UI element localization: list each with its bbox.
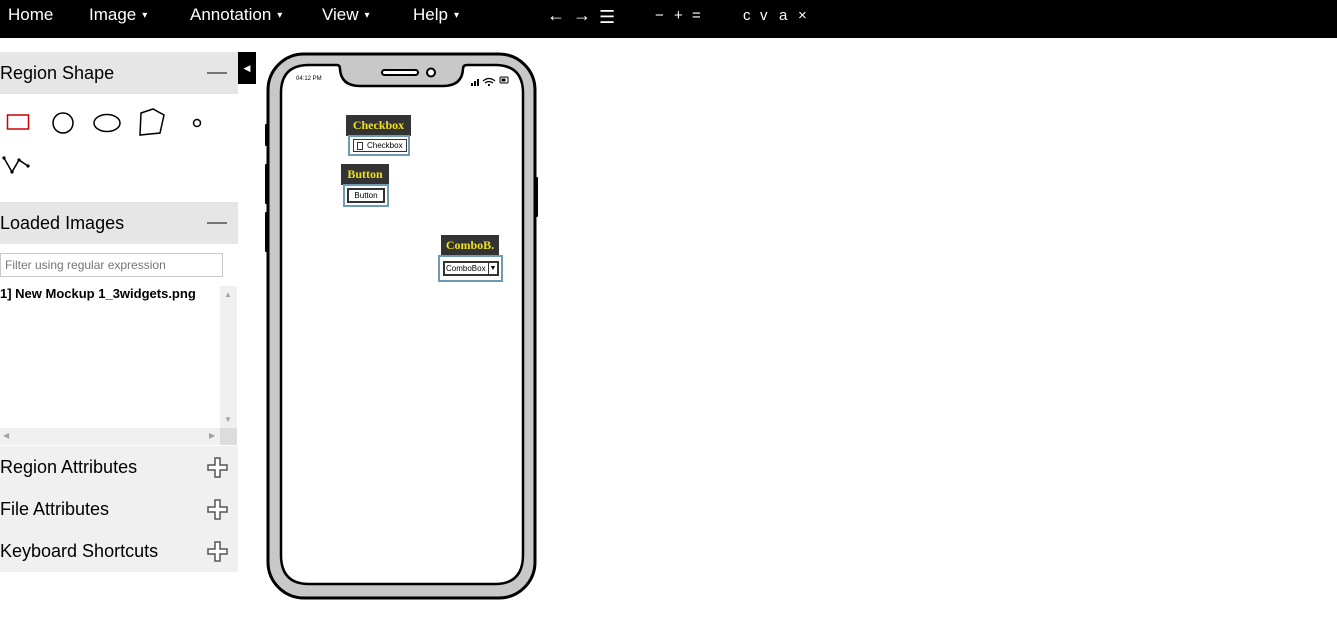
copy-region-button[interactable]: c — [743, 5, 751, 27]
scroll-down-icon[interactable]: ▼ — [224, 415, 232, 424]
scroll-up-icon[interactable]: ▲ — [224, 290, 232, 299]
menu-image[interactable]: Image ▾ — [89, 5, 147, 26]
top-menubar: Home Image ▾ Annotation ▾ View ▾ Help ▾ ← → … — [0, 0, 1337, 38]
prev-image-button[interactable]: ← — [547, 4, 565, 26]
collapse-minus-icon[interactable] — [207, 72, 227, 74]
region-shape-title: Region Shape — [0, 63, 115, 83]
expand-plus-icon[interactable] — [207, 499, 228, 520]
polyline-icon[interactable] — [2, 154, 32, 176]
zoom-reset-button[interactable]: = — [692, 5, 701, 27]
loaded-images-header[interactable]: Loaded Images — [0, 202, 238, 244]
chevron-down-icon: ▾ — [142, 10, 148, 21]
zoom-in-button[interactable]: + — [674, 5, 683, 27]
scroll-left-icon[interactable]: ◀ — [3, 431, 9, 440]
menu-view[interactable]: View ▾ — [322, 5, 370, 26]
checkbox-text: Checkbox — [367, 141, 403, 150]
polygon-icon[interactable] — [137, 107, 167, 139]
file-list-item[interactable]: 1] New Mockup 1_3widgets.png — [0, 286, 196, 301]
region-attributes-title: Region Attributes — [0, 457, 138, 477]
region-label[interactable]: ComboB. — [441, 235, 499, 256]
chevron-down-icon: ▾ — [453, 10, 459, 21]
expand-plus-icon[interactable] — [207, 541, 228, 562]
paste-region-button[interactable]: v — [760, 5, 768, 27]
zoom-out-button[interactable]: − — [655, 5, 664, 27]
vertical-scrollbar[interactable]: ▲ ▼ — [220, 286, 237, 428]
checkbox-widget: Checkbox — [353, 139, 407, 152]
combobox-text: ComboBox — [446, 264, 486, 273]
menu-home[interactable]: Home — [8, 5, 53, 25]
checkbox-region[interactable]: Checkbox — [348, 135, 410, 156]
collapse-minus-icon[interactable] — [207, 222, 227, 224]
status-bar-time: 04:12 PM — [296, 76, 322, 82]
keyboard-shortcuts-header[interactable]: Keyboard Shortcuts — [0, 530, 238, 572]
scrollbar-corner — [220, 428, 237, 445]
menu-annotation[interactable]: Annotation ▾ — [190, 5, 282, 26]
scroll-right-icon[interactable]: ▶ — [209, 431, 215, 440]
region-label[interactable]: Checkbox — [346, 115, 411, 136]
button-region[interactable]: Button — [343, 184, 389, 207]
expand-plus-icon[interactable] — [207, 457, 228, 478]
shape-selector — [0, 94, 238, 202]
menu-help[interactable]: Help ▾ — [413, 5, 459, 26]
left-sidebar: Region Shape Loaded Images 1] New Mockup — [0, 52, 238, 574]
region-attributes-header[interactable]: Region Attributes — [0, 446, 238, 488]
file-attributes-header[interactable]: File Attributes — [0, 488, 238, 530]
horizontal-scrollbar[interactable]: ◀ ▶ — [0, 428, 237, 445]
region-shape-header[interactable]: Region Shape — [0, 52, 238, 94]
image-file-list[interactable]: 1] New Mockup 1_3widgets.png ▲ ▼ ◀ ▶ — [0, 286, 237, 446]
filter-input[interactable] — [0, 253, 223, 277]
button-widget: Button — [347, 188, 385, 203]
ellipse-icon[interactable] — [93, 113, 121, 133]
combobox-widget: ComboBox ▼ — [443, 261, 499, 276]
chevron-down-icon: ▾ — [364, 10, 370, 21]
rectangle-icon[interactable] — [6, 112, 30, 132]
image-list-button[interactable]: ☰ — [599, 6, 615, 28]
circle-icon[interactable] — [51, 111, 75, 135]
delete-region-button[interactable]: × — [798, 5, 807, 27]
next-image-button[interactable]: → — [573, 4, 591, 26]
region-label[interactable]: Button — [341, 164, 389, 185]
file-attributes-title: File Attributes — [0, 499, 110, 519]
checkbox-square-icon — [357, 142, 363, 150]
point-icon[interactable] — [191, 117, 203, 129]
dropdown-arrow-icon: ▼ — [488, 263, 497, 274]
select-all-regions-button[interactable]: a — [779, 5, 787, 27]
sidebar-collapse-button[interactable]: ◀ — [238, 52, 256, 84]
image-canvas[interactable]: 04:12 PM Checkbox Checkbox Button Button… — [264, 52, 539, 600]
combobox-region[interactable]: ComboBox ▼ — [438, 255, 503, 282]
loaded-images-title: Loaded Images — [0, 213, 125, 233]
keyboard-shortcuts-title: Keyboard Shortcuts — [0, 541, 159, 561]
chevron-down-icon: ▾ — [277, 10, 283, 21]
